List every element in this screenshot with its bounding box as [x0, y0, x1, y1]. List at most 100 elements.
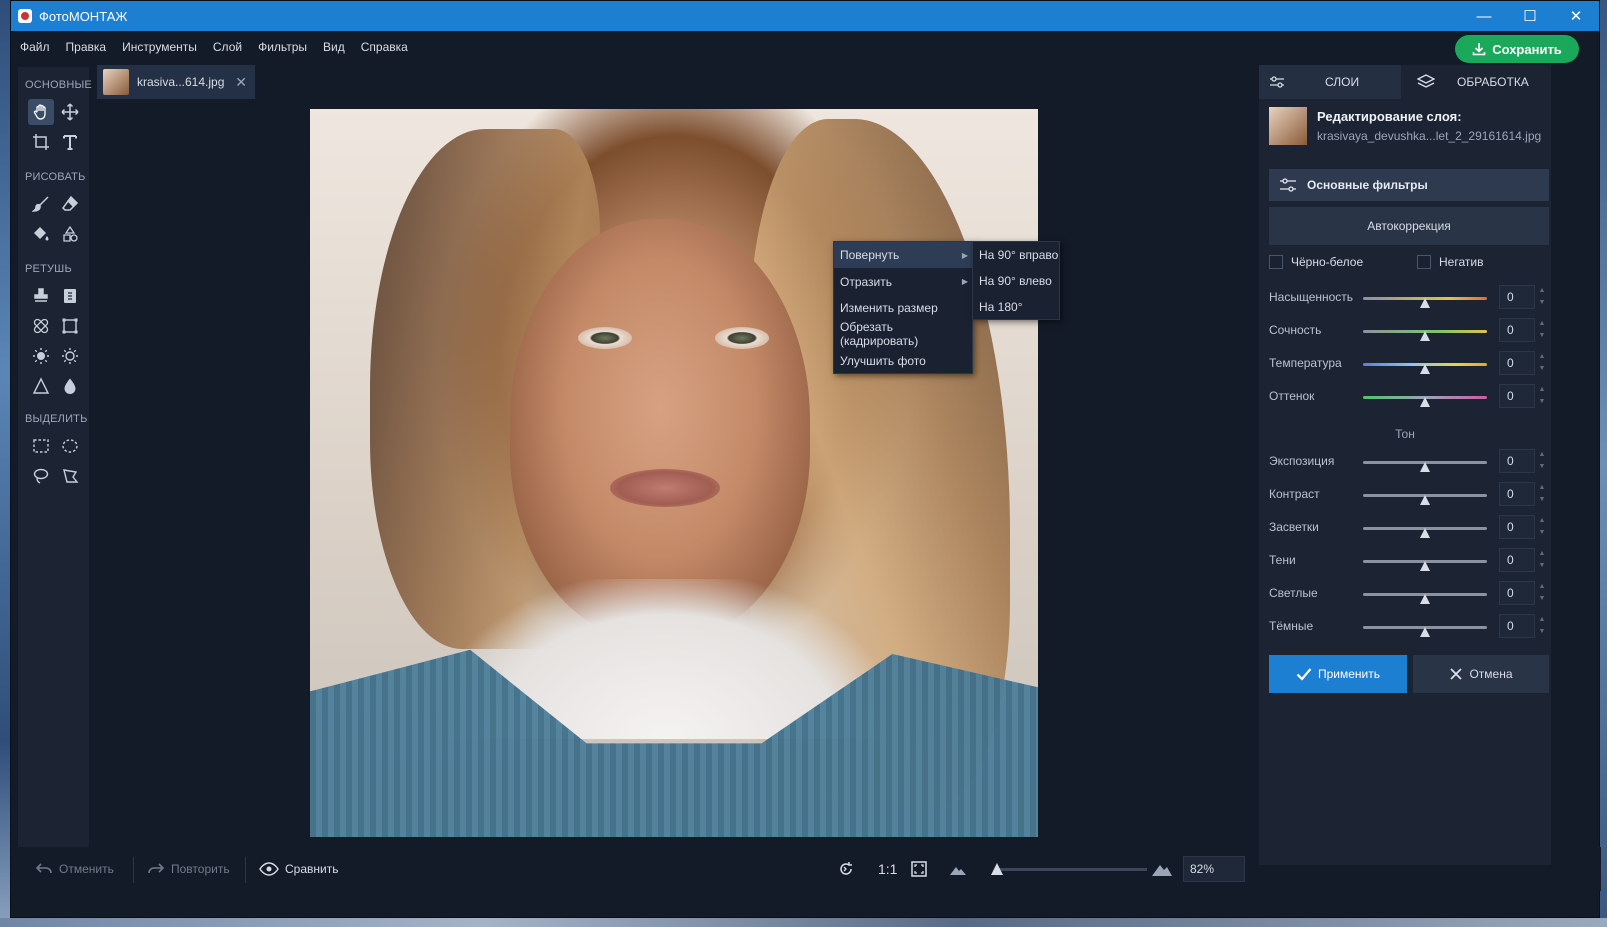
context-item-crop[interactable]: Обрезать (кадрировать): [834, 320, 972, 348]
slider-thumb[interactable]: [1420, 561, 1430, 571]
blur-tool-icon[interactable]: [57, 373, 83, 399]
move-tool-icon[interactable]: [57, 99, 83, 125]
spin-arrows-icon[interactable]: ▲ ▼: [1537, 351, 1547, 375]
slider-value[interactable]: 0: [1499, 285, 1535, 309]
spin-arrows-icon[interactable]: ▲ ▼: [1537, 614, 1547, 638]
slider-thumb[interactable]: [1420, 627, 1430, 637]
close-tab-icon[interactable]: ✕: [235, 74, 247, 91]
slider-value[interactable]: 0: [1499, 581, 1535, 605]
text-tool-icon[interactable]: [57, 129, 83, 155]
slider-value[interactable]: 0: [1499, 515, 1535, 539]
fit-screen-button[interactable]: [910, 847, 928, 891]
spin-arrows-icon[interactable]: ▲ ▼: [1537, 482, 1547, 506]
slider-value[interactable]: 0: [1499, 449, 1535, 473]
rotate-90-right[interactable]: На 90° вправо: [973, 242, 1059, 268]
stamp-tool-icon[interactable]: [28, 283, 54, 309]
negative-checkbox-box[interactable]: [1417, 255, 1431, 269]
slider-value[interactable]: 0: [1499, 548, 1535, 572]
menu-edit[interactable]: Правка: [66, 40, 107, 54]
slider-thumb[interactable]: [1420, 594, 1430, 604]
cancel-button[interactable]: Отмена: [1413, 655, 1549, 693]
slider-thumb[interactable]: [1420, 462, 1430, 472]
slider-thumb[interactable]: [1420, 495, 1430, 505]
maximize-button[interactable]: ☐: [1507, 1, 1553, 31]
shapes-tool-icon[interactable]: [57, 221, 83, 247]
brightness-tool-icon[interactable]: [28, 343, 54, 369]
slider-value[interactable]: 0: [1499, 318, 1535, 342]
rect-select-tool-icon[interactable]: [28, 433, 54, 459]
slider-value[interactable]: 0: [1499, 482, 1535, 506]
checkmark-icon: [1296, 668, 1312, 681]
tab-processing[interactable]: ОБРАБОТКА: [1409, 65, 1551, 99]
healing-tool-icon[interactable]: [28, 313, 54, 339]
bw-checkbox[interactable]: Чёрно-белое: [1269, 255, 1363, 269]
context-item-resize[interactable]: Изменить размер: [834, 295, 972, 321]
context-item-rotate[interactable]: Повернуть ▶: [834, 242, 972, 269]
menu-layer[interactable]: Слой: [213, 40, 242, 54]
save-button[interactable]: Сохранить: [1455, 35, 1579, 63]
menu-filters[interactable]: Фильтры: [258, 40, 307, 54]
rotate-view-button[interactable]: [837, 847, 855, 891]
bw-checkbox-box[interactable]: [1269, 255, 1283, 269]
sharpen-tool-icon[interactable]: [28, 373, 54, 399]
spin-arrows-icon[interactable]: ▲ ▼: [1537, 548, 1547, 572]
slider-value[interactable]: 0: [1499, 614, 1535, 638]
sun-outline-tool-icon[interactable]: [57, 343, 83, 369]
zoom-slider-track[interactable]: [997, 868, 1147, 871]
brush-tool-icon[interactable]: [28, 191, 54, 217]
spin-arrows-icon[interactable]: ▲ ▼: [1537, 449, 1547, 473]
slider-thumb[interactable]: [1420, 331, 1430, 341]
rotate-180[interactable]: На 180°: [973, 294, 1059, 320]
zoom-input[interactable]: 82%: [1183, 856, 1245, 882]
photo-canvas[interactable]: [310, 109, 1038, 837]
minimize-button[interactable]: —: [1461, 1, 1507, 31]
rotate-90-left[interactable]: На 90° влево: [973, 268, 1059, 294]
document-tab[interactable]: krasiva...614.jpg ✕: [97, 65, 255, 99]
negative-checkbox-label: Негатив: [1439, 255, 1484, 269]
redo-button[interactable]: Повторить: [147, 847, 230, 891]
basic-filters-header[interactable]: Основные фильтры: [1269, 169, 1549, 201]
crop-tool-icon[interactable]: [28, 129, 54, 155]
apply-button[interactable]: Применить: [1269, 655, 1407, 693]
zoom-slider-thumb[interactable]: [991, 863, 1003, 875]
fill-tool-icon[interactable]: [28, 221, 54, 247]
menu-help[interactable]: Справка: [361, 40, 408, 54]
layer-thumbnail: [1269, 107, 1307, 145]
canvas-area[interactable]: [93, 99, 1255, 845]
layer-title: Редактирование слоя:: [1317, 109, 1462, 124]
app-logo-icon: [18, 9, 32, 23]
autocorrect-button[interactable]: Автокоррекция: [1269, 207, 1549, 245]
slider-thumb[interactable]: [1420, 364, 1430, 374]
spin-arrows-icon[interactable]: ▲ ▼: [1537, 515, 1547, 539]
ellipse-select-tool-icon[interactable]: [57, 433, 83, 459]
slider-thumb[interactable]: [1420, 397, 1430, 407]
patch-tool-icon[interactable]: [57, 283, 83, 309]
context-item-flip[interactable]: Отразить ▶: [834, 268, 972, 294]
slider-value[interactable]: 0: [1499, 384, 1535, 408]
zoom-out-button[interactable]: [949, 847, 967, 891]
menu-view[interactable]: Вид: [323, 40, 345, 54]
hand-tool-icon[interactable]: [28, 99, 54, 125]
spin-arrows-icon[interactable]: ▲ ▼: [1537, 285, 1547, 309]
spin-arrows-icon[interactable]: ▲ ▼: [1537, 384, 1547, 408]
menu-tools[interactable]: Инструменты: [122, 40, 197, 54]
context-item-enhance[interactable]: Улучшить фото: [834, 348, 972, 374]
slider-label: Светлые: [1269, 586, 1318, 600]
polygon-lasso-tool-icon[interactable]: [57, 463, 83, 489]
close-button[interactable]: ✕: [1553, 1, 1599, 31]
transform-tool-icon[interactable]: [57, 313, 83, 339]
spin-arrows-icon[interactable]: ▲ ▼: [1537, 318, 1547, 342]
tab-layers[interactable]: СЛОИ: [1259, 65, 1401, 99]
actual-size-button[interactable]: 1:1: [878, 847, 897, 891]
spin-arrows-icon[interactable]: ▲ ▼: [1537, 581, 1547, 605]
menu-file[interactable]: Файл: [20, 40, 50, 54]
compare-button[interactable]: Сравнить: [259, 847, 338, 891]
zoom-in-button[interactable]: [1151, 847, 1173, 891]
negative-checkbox[interactable]: Негатив: [1417, 255, 1483, 269]
slider-thumb[interactable]: [1420, 528, 1430, 538]
slider-thumb[interactable]: [1420, 298, 1430, 308]
undo-button[interactable]: Отменить: [35, 847, 114, 891]
eraser-tool-icon[interactable]: [57, 191, 83, 217]
lasso-tool-icon[interactable]: [28, 463, 54, 489]
slider-value[interactable]: 0: [1499, 351, 1535, 375]
